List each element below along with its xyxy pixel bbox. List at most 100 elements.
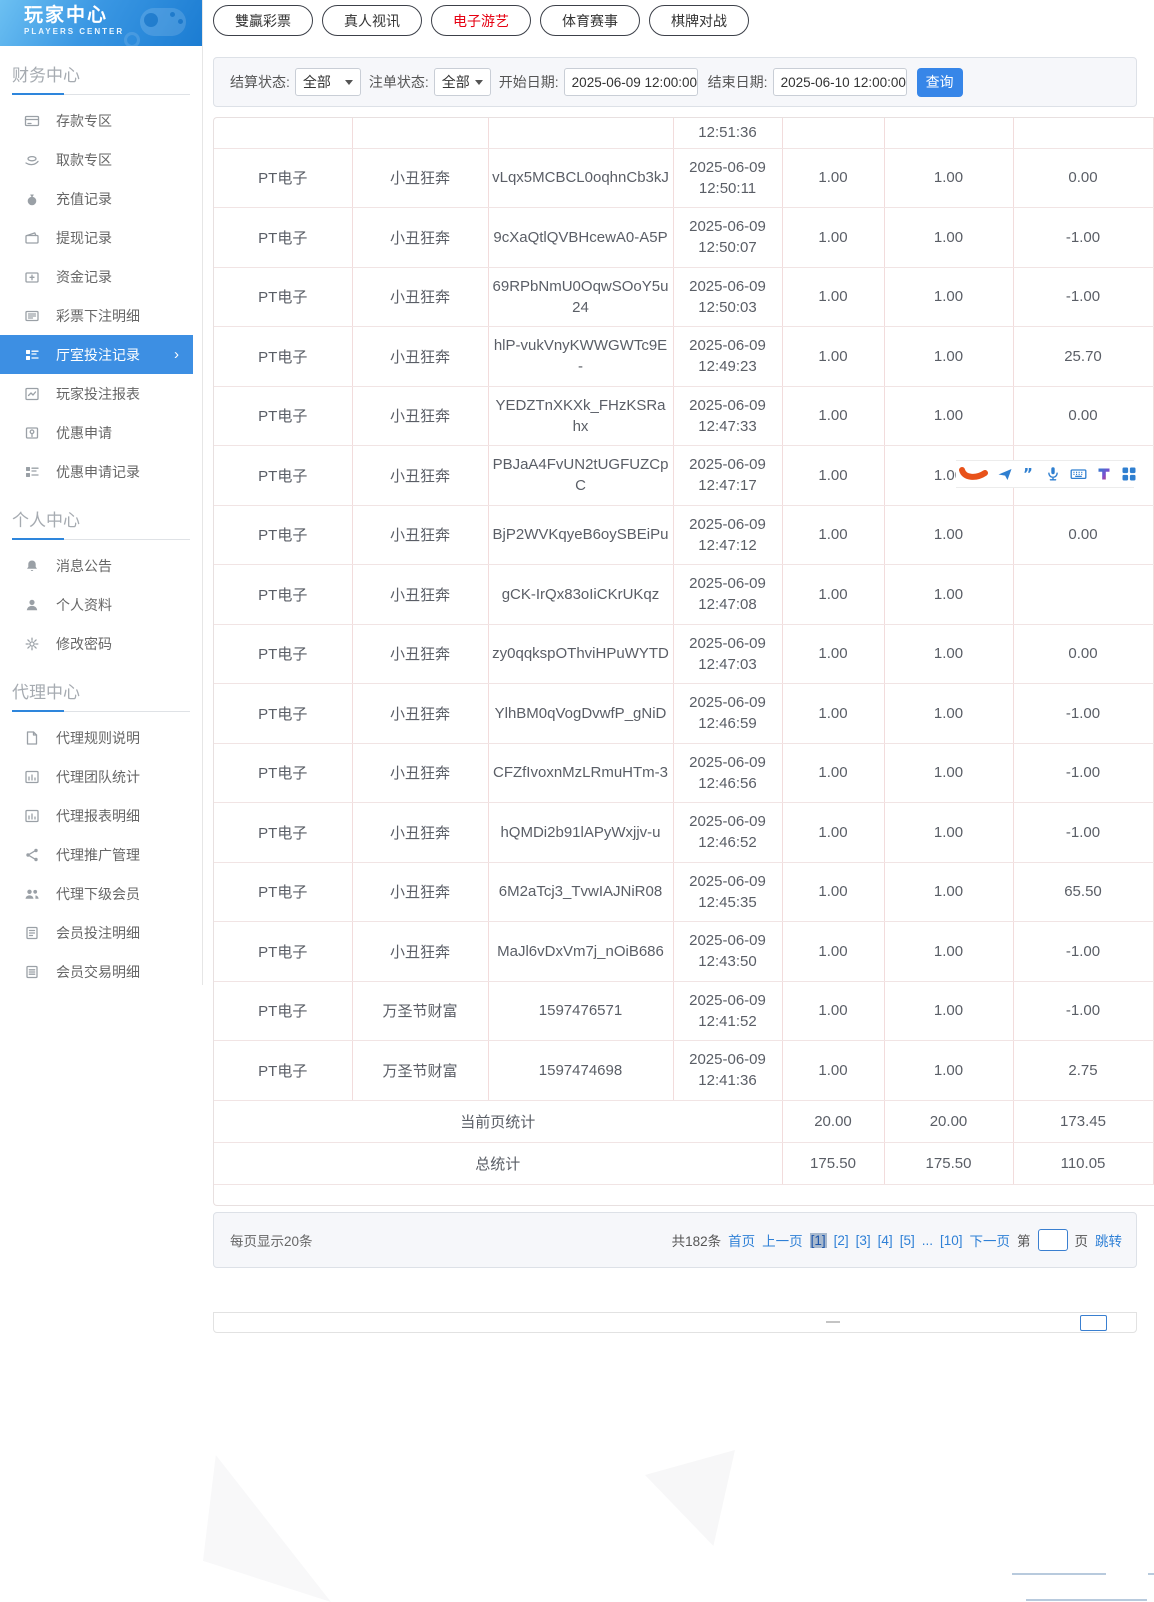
chevron-down-icon xyxy=(475,80,483,85)
grid-icon[interactable] xyxy=(1121,466,1137,482)
sidebar-item-优惠申请记录[interactable]: 优惠申请记录 xyxy=(0,452,202,491)
keyboard-icon[interactable] xyxy=(1070,466,1087,482)
sidebar-item-label: 优惠申请 xyxy=(56,423,112,443)
section-divider xyxy=(12,539,190,540)
start-date-input[interactable] xyxy=(564,68,698,96)
sidebar-item-彩票下注明细[interactable]: 彩票下注明细 xyxy=(0,296,202,335)
table-cell xyxy=(1013,118,1153,148)
tab-雙贏彩票[interactable]: 雙贏彩票 xyxy=(213,5,313,36)
table-row-clipped: 12:51:36 xyxy=(214,118,1153,148)
end-date-input[interactable] xyxy=(773,68,907,96)
jump-button[interactable]: 跳转 xyxy=(1095,1230,1122,1250)
microphone-icon[interactable] xyxy=(1045,466,1061,482)
clipped-jump-input[interactable] xyxy=(1080,1315,1107,1331)
sidebar-item-个人资料[interactable]: 个人资料 xyxy=(0,585,202,624)
search-button[interactable]: 查询 xyxy=(917,68,963,97)
page-link-[4][interactable]: [4] xyxy=(878,1233,893,1248)
page-link-[5][interactable]: [5] xyxy=(900,1233,915,1248)
tab-棋牌对战[interactable]: 棋牌对战 xyxy=(649,5,749,36)
settle-status-value: 全部 xyxy=(303,72,331,92)
text-tool-icon[interactable] xyxy=(1096,466,1112,482)
platform-cell: PT电子 xyxy=(214,803,352,863)
sidebar-item-资金记录[interactable]: 资金记录 xyxy=(0,257,202,296)
sidebar-item-厅室投注记录[interactable]: 厅室投注记录› xyxy=(0,335,193,374)
bet-time-cell: 2025-06-0912:46:52 xyxy=(673,803,782,863)
valid-bet-cell: 1.00 xyxy=(884,743,1013,803)
sidebar-section: 个人中心消息公告个人资料修改密码 xyxy=(0,500,202,663)
prev-page-link[interactable]: 上一页 xyxy=(762,1230,803,1250)
bet-clock: 12:45:35 xyxy=(677,892,779,913)
summary-label-cell: 总统计 xyxy=(214,1142,782,1184)
bet-time-cell: 2025-06-0912:50:11 xyxy=(673,148,782,208)
bet-clock: 12:49:23 xyxy=(677,356,779,377)
table-row: PT电子小丑狂奔BjP2WVKqyeB6oySBEiPu2025-06-0912… xyxy=(214,505,1153,565)
sidebar-item-修改密码[interactable]: 修改密码 xyxy=(0,624,202,663)
next-page-link[interactable]: 下一页 xyxy=(970,1230,1011,1250)
tab-真人视讯[interactable]: 真人视讯 xyxy=(322,5,422,36)
bell-icon xyxy=(24,558,40,574)
bet-date: 2025-06-09 xyxy=(677,157,779,178)
valid-bet-cell: 1.00 xyxy=(884,624,1013,684)
sidebar-item-label: 会员投注明细 xyxy=(56,923,140,943)
game-name-cell: 小丑狂奔 xyxy=(352,624,488,684)
members-icon xyxy=(24,886,40,902)
sidebar-item-label: 提现记录 xyxy=(56,228,112,248)
tab-体育赛事[interactable]: 体育赛事 xyxy=(540,5,640,36)
bet-time-cell: 2025-06-0912:46:59 xyxy=(673,684,782,744)
sidebar-item-会员交易明细[interactable]: 会员交易明细 xyxy=(0,952,202,991)
sidebar-item-存款专区[interactable]: 存款专区 xyxy=(0,101,202,140)
bet-date: 2025-06-09 xyxy=(677,514,779,535)
bet-date: 2025-06-09 xyxy=(677,990,779,1011)
table-row: PT电子小丑狂奔gCK-IrQx83oIiCKrUKqz2025-06-0912… xyxy=(214,565,1153,625)
sidebar-item-优惠申请[interactable]: 优惠申请 xyxy=(0,413,202,452)
sidebar-item-玩家投注报表[interactable]: 玩家投注报表 xyxy=(0,374,202,413)
game-name-cell: 小丑狂奔 xyxy=(352,684,488,744)
divider-accent xyxy=(12,93,64,95)
sogou-logo-icon[interactable] xyxy=(958,463,988,485)
sidebar-item-label: 厅室投注记录 xyxy=(56,345,140,365)
bet-date: 2025-06-09 xyxy=(677,395,779,416)
table-row: PT电子小丑狂奔6M2aTcj3_TvwIAJNiR082025-06-0912… xyxy=(214,862,1153,922)
page-link-[10][interactable]: [10] xyxy=(940,1233,963,1248)
bet-clock: 12:50:07 xyxy=(677,237,779,258)
bet-time-cell: 2025-06-0912:47:33 xyxy=(673,386,782,446)
sidebar-item-取款专区[interactable]: 取款专区 xyxy=(0,140,202,179)
filter-bar: 结算状态: 全部 注单状态: 全部 开始日期: 结束日期: 查询 xyxy=(213,57,1137,107)
valid-bet-cell: 1.00 xyxy=(884,327,1013,387)
plane-icon[interactable] xyxy=(997,466,1013,482)
quote-icon[interactable]: ” xyxy=(1022,466,1036,482)
sidebar-menu: 代理规则说明代理团队统计代理报表明细代理推广管理代理下级会员会员投注明细会员交易… xyxy=(0,718,202,991)
bet-time-cell: 2025-06-0912:46:56 xyxy=(673,743,782,803)
page-link-[2][interactable]: [2] xyxy=(834,1233,849,1248)
page-jump-input[interactable] xyxy=(1038,1229,1068,1251)
valid-bet-cell: 1.00 xyxy=(884,922,1013,982)
bet-amount-cell: 1.00 xyxy=(782,1041,884,1101)
first-page-link[interactable]: 首页 xyxy=(728,1230,755,1250)
game-name-cell: 小丑狂奔 xyxy=(352,803,488,863)
sidebar-item-充值记录[interactable]: 充值记录 xyxy=(0,179,202,218)
winloss-cell: 2.75 xyxy=(1013,1041,1153,1101)
bet-clock: 12:46:56 xyxy=(677,773,779,794)
sidebar-item-提现记录[interactable]: 提现记录 xyxy=(0,218,202,257)
funds-icon xyxy=(24,269,40,285)
order-status-select[interactable]: 全部 xyxy=(434,68,491,96)
sidebar-item-消息公告[interactable]: 消息公告 xyxy=(0,546,202,585)
tab-电子游艺[interactable]: 电子游艺 xyxy=(431,5,531,36)
bet-clock: 12:43:50 xyxy=(677,951,779,972)
bet-time-cell: 2025-06-0912:49:23 xyxy=(673,327,782,387)
sidebar-item-代理推广管理[interactable]: 代理推广管理 xyxy=(0,835,202,874)
sidebar-item-代理报表明细[interactable]: 代理报表明细 xyxy=(0,796,202,835)
sidebar-item-会员投注明细[interactable]: 会员投注明细 xyxy=(0,913,202,952)
sidebar-item-代理下级会员[interactable]: 代理下级会员 xyxy=(0,874,202,913)
bet-amount-cell: 1.00 xyxy=(782,446,884,506)
bet-clock: 12:41:52 xyxy=(677,1011,779,1032)
sidebar-section-title: 代理中心 xyxy=(0,672,202,711)
settle-status-select[interactable]: 全部 xyxy=(295,68,361,96)
sidebar-item-代理团队统计[interactable]: 代理团队统计 xyxy=(0,757,202,796)
sidebar-item-代理规则说明[interactable]: 代理规则说明 xyxy=(0,718,202,757)
table-row: PT电子小丑狂奔MaJl6vDxVm7j_nOiB6862025-06-0912… xyxy=(214,922,1153,982)
sidebar-item-label: 代理规则说明 xyxy=(56,728,140,748)
ime-toolbar: ” xyxy=(956,460,1134,488)
page-link-[3][interactable]: [3] xyxy=(856,1233,871,1248)
page-link-[1][interactable]: [1] xyxy=(810,1233,827,1248)
